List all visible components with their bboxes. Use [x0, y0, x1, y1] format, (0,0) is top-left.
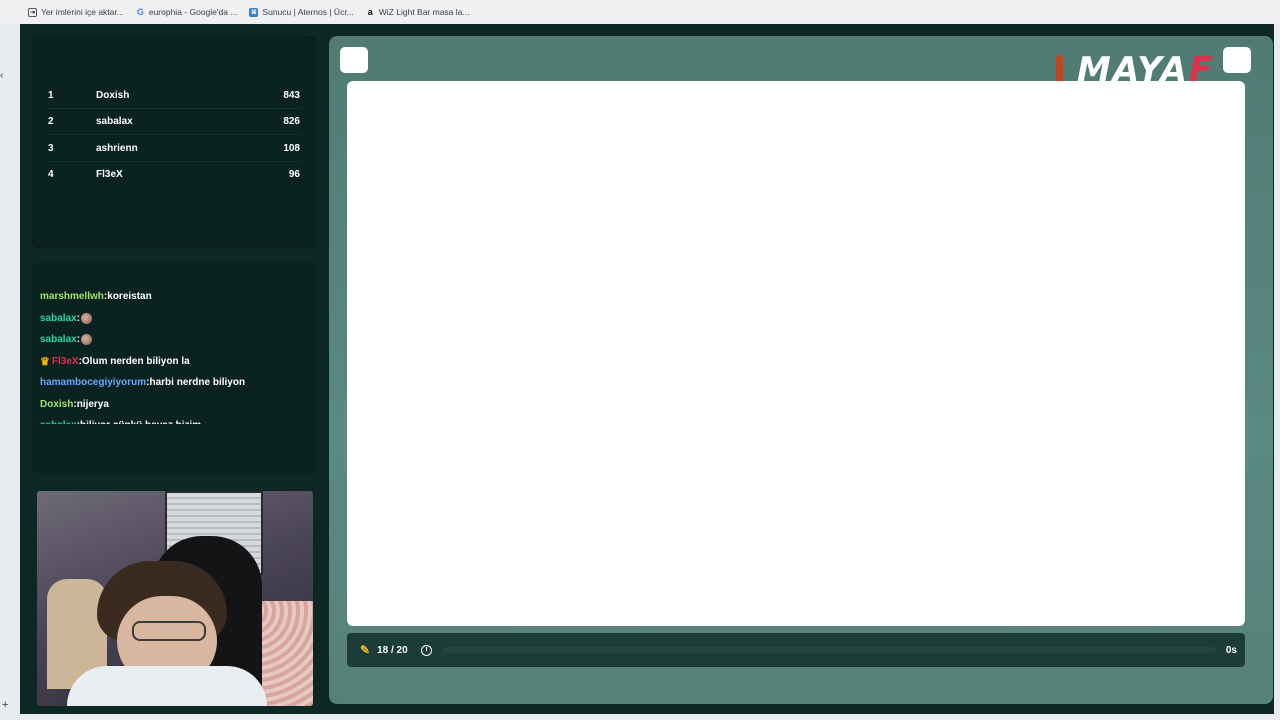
bookmark-google[interactable]: G europhia - Google'da ... [136, 7, 238, 17]
leaderboard-score: 96 [288, 168, 300, 180]
chat-message: hamambocegiyiyorum: harbi nerdne biliyon [40, 372, 310, 394]
leaderboard-score: 108 [283, 142, 300, 154]
leaderboard-rank: 2 [48, 115, 54, 127]
chat-username[interactable]: Doxish [40, 399, 73, 410]
glasses [132, 621, 206, 641]
bookmark-label: Yer imlerini içe aktar... [41, 7, 124, 17]
stream-frame: 1 Doxish 843 2 sabalax 826 3 ashrienn 10… [20, 24, 1274, 714]
import-icon: ⇥ [28, 7, 37, 17]
menu-button[interactable] [340, 47, 368, 73]
pencil-icon: ✎ [360, 643, 371, 657]
bookmark-aternos[interactable]: ⌘ Sunucu | Aternos | Ücr... [249, 7, 354, 17]
emote-icon [81, 312, 93, 324]
chat-text: koreistan [107, 291, 152, 303]
bookmark-label: WiZ Light Bar masa la... [378, 7, 470, 17]
bookmark-label: Sunucu | Aternos | Ücr... [262, 7, 354, 17]
leaderboard-rank: 1 [48, 89, 54, 101]
chat-username[interactable]: sabalax [40, 420, 77, 424]
chat-separator: : [76, 312, 81, 324]
chat-panel: marshmellwh: koreistan sabalax: sabalax: ♛ Fl… [32, 262, 316, 474]
aternos-icon: ⌘ [249, 7, 259, 17]
chat-username[interactable]: sabalax [40, 313, 77, 324]
drawing-canvas[interactable] [347, 81, 1245, 626]
leaderboard-row: 2 sabalax 826 [48, 108, 300, 135]
leaderboard-name: Doxish [96, 89, 130, 101]
chat-message: marshmellwh: koreistan [40, 286, 310, 308]
chat-message-list[interactable]: marshmellwh: koreistan sabalax: sabalax: ♛ Fl… [40, 286, 310, 424]
timer-progress-bar [441, 647, 1216, 653]
bookmarks-bar: ⇥ Yer imlerini içe aktar... G europhia -… [0, 0, 1280, 24]
amazon-icon: a [367, 7, 373, 17]
chat-text: biliyor çünkü beyaz bizim [80, 420, 201, 424]
crown-icon: ♛ [40, 355, 50, 368]
chevron-left-icon[interactable]: ‹ [0, 70, 6, 81]
leaderboard-panel: 1 Doxish 843 2 sabalax 826 3 ashrienn 10… [32, 36, 316, 248]
plus-icon[interactable]: + [2, 699, 8, 711]
leaderboard-rank: 3 [48, 142, 54, 154]
chat-text: harbi nerdne biliyon [149, 377, 246, 389]
chat-username[interactable]: hamambocegiyiyorum [40, 377, 146, 388]
chat-username[interactable]: sabalax [40, 334, 77, 345]
round-counter: 18 / 20 [377, 644, 408, 656]
chat-separator: : [76, 334, 81, 346]
leaderboard-row: 4 Fl3eX 96 [48, 161, 300, 187]
bookmark-import[interactable]: ⇥ Yer imlerini içe aktar... [28, 7, 124, 17]
chat-message: ♛ Fl3eX: Olum nerden biliyon la [40, 351, 310, 373]
bookmark-amazon[interactable]: a WiZ Light Bar masa la... [366, 7, 470, 17]
chat-text: nijerya [76, 398, 109, 410]
leaderboard-name: sabalax [96, 115, 133, 127]
chat-message: sabalax: [40, 308, 310, 330]
timer-icon [420, 644, 432, 656]
chat-message: sabalax:biliyor çünkü beyaz bizim [40, 415, 310, 424]
round-status-bar: ✎ 18 / 20 0s [347, 633, 1245, 667]
settings-button[interactable] [1223, 47, 1251, 73]
leaderboard-score: 843 [283, 89, 300, 101]
leaderboard-row: 3 ashrienn 108 [48, 135, 300, 162]
chat-username[interactable]: Fl3eX [52, 356, 79, 367]
leaderboard-name: ashrienn [96, 142, 138, 154]
webcam-feed [37, 491, 313, 706]
leaderboard-row: 1 Doxish 843 [48, 82, 300, 109]
streamer-shirt [67, 666, 267, 706]
leaderboard-name: Fl3eX [96, 168, 123, 180]
time-remaining: 0s [1225, 644, 1237, 656]
bookmark-label: europhia - Google'da ... [148, 7, 238, 17]
chat-message: Doxish: nijerya [40, 394, 310, 416]
chat-username[interactable]: marshmellwh [40, 291, 104, 302]
emote-icon [81, 334, 93, 346]
leaderboard-rank: 4 [48, 168, 54, 180]
chat-message: sabalax: [40, 329, 310, 351]
leaderboard-score: 826 [283, 115, 300, 127]
google-icon: G [136, 7, 144, 17]
game-panel: MAYAF ✎ 18 / 20 0s [329, 36, 1273, 704]
chat-text: Olum nerden biliyon la [81, 355, 190, 367]
